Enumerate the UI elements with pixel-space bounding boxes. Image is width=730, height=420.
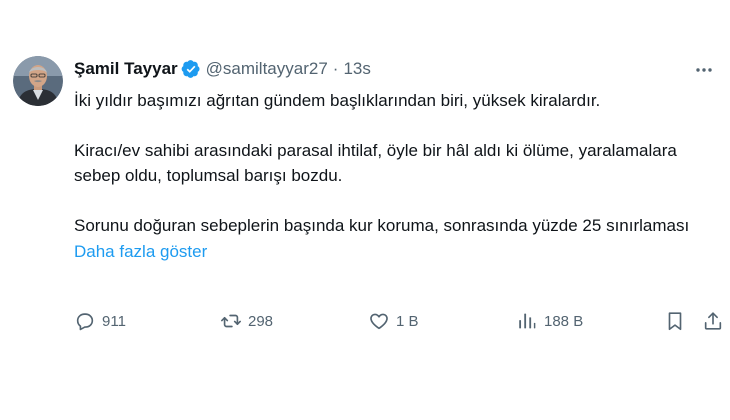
tweet-paragraph: Sorunu doğuran sebeplerin başında kur ko… bbox=[74, 216, 690, 235]
tweet-time[interactable]: 13s bbox=[343, 59, 370, 79]
show-more-link[interactable]: Daha fazla göster bbox=[74, 239, 207, 264]
tweet-paragraph: Kiracı/ev sahibi arasındaki parasal ihti… bbox=[74, 141, 677, 185]
tweet-paragraph: İki yıldır başımızı ağrıtan gündem başlı… bbox=[74, 91, 601, 110]
reply-count: 911 bbox=[102, 312, 126, 330]
bookmark-icon bbox=[664, 310, 686, 332]
tweet-card[interactable]: Şamil Tayyar @samiltayyar27 · 13s İki yı… bbox=[0, 0, 730, 420]
like-count: 1 B bbox=[396, 312, 419, 330]
share-icon bbox=[702, 310, 724, 332]
views-icon bbox=[516, 310, 538, 332]
author-handle[interactable]: @samiltayyar27 bbox=[206, 59, 328, 79]
action-bar: 911 298 1 B 188 B bbox=[74, 309, 726, 333]
repost-icon bbox=[220, 310, 242, 332]
like-icon bbox=[368, 310, 390, 332]
reply-icon bbox=[74, 310, 96, 332]
separator-dot: · bbox=[332, 59, 339, 78]
reply-button[interactable]: 911 bbox=[74, 309, 126, 333]
like-button[interactable]: 1 B bbox=[368, 309, 419, 333]
views-button[interactable]: 188 B bbox=[516, 309, 583, 333]
views-count: 188 B bbox=[544, 312, 584, 330]
tweet-header: Şamil Tayyar @samiltayyar27 · 13s bbox=[74, 57, 371, 81]
repost-button[interactable]: 298 bbox=[220, 309, 273, 333]
tweet-text: İki yıldır başımızı ağrıtan gündem başlı… bbox=[74, 88, 704, 264]
bookmark-button[interactable] bbox=[664, 309, 686, 333]
author-name[interactable]: Şamil Tayyar bbox=[74, 59, 178, 79]
share-button[interactable] bbox=[702, 309, 724, 333]
more-options-icon[interactable] bbox=[692, 58, 716, 82]
avatar[interactable] bbox=[13, 56, 63, 106]
verified-badge-icon[interactable] bbox=[181, 59, 201, 79]
repost-count: 298 bbox=[248, 312, 274, 330]
